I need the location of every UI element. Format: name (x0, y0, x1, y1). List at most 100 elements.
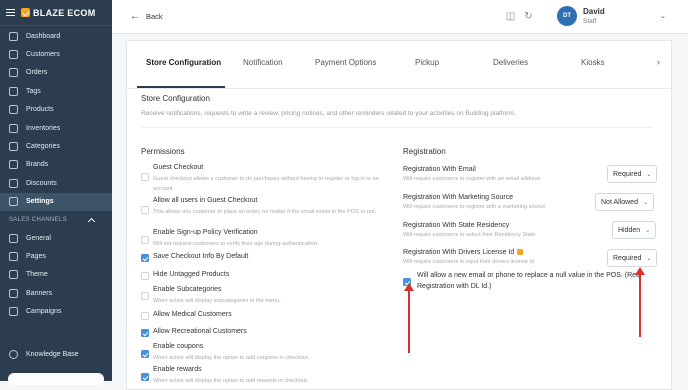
chevron-down-icon: ⌄ (642, 199, 648, 206)
sidebar-item-label: Orders (26, 69, 48, 77)
tab-payment-options[interactable]: Payment Options (315, 58, 376, 67)
sidebar-item-campaigns[interactable]: Campaigns (0, 302, 112, 320)
sidebar: BLAZE ECOM Dashboard Customers Orders Ta… (0, 0, 112, 385)
sidebar-item-tags[interactable]: Tags (0, 82, 112, 100)
brand-bar: BLAZE ECOM (0, 0, 112, 26)
permission-label: Guest Checkout (153, 164, 204, 171)
checkbox[interactable] (141, 373, 149, 381)
avatar[interactable]: DT (557, 6, 577, 26)
sidebar-footer-pill[interactable] (8, 373, 104, 385)
divider (141, 127, 653, 128)
chevron-down-icon: ⌄ (645, 227, 651, 234)
permission-label: Enable Subcategories (153, 286, 222, 293)
checkbox[interactable] (141, 329, 149, 337)
sidebar-item-brands[interactable]: Brands (0, 156, 112, 174)
registration-license-select[interactable]: Required ⌄ (607, 249, 658, 267)
permission-label: Enable coupons (153, 343, 204, 350)
select-value: Not Allowed (601, 198, 638, 206)
registration-marketing-select[interactable]: Not Allowed ⌄ (595, 193, 654, 211)
banner-icon (9, 288, 18, 298)
checkbox[interactable] (141, 350, 149, 358)
gift-icon[interactable]: ◫ (505, 11, 516, 22)
hamburger-menu-icon[interactable] (6, 9, 15, 16)
permission-description: Guest checkout allows a customer to do p… (153, 176, 379, 192)
tab-notification[interactable]: Notification (243, 58, 283, 67)
help-icon (9, 349, 18, 359)
sidebar-item-label: Categories (26, 143, 60, 151)
sidebar-item-pages[interactable]: Pages (0, 247, 112, 265)
permission-label: Enable Sign-up Policy Verification (153, 229, 258, 236)
section-description: Receive notifications, requests to write… (141, 110, 516, 117)
settings-card: Store Configuration Notification Payment… (126, 40, 672, 390)
null-value-label: Will allow a new email or phone to repla… (417, 272, 642, 290)
checkbox[interactable] (141, 312, 149, 320)
sidebar-item-categories[interactable]: Categories (0, 137, 112, 155)
back-button[interactable]: ← Back (130, 11, 163, 22)
settings-tabs: Store Configuration Notification Payment… (127, 41, 671, 89)
sidebar-item-banners[interactable]: Banners (0, 284, 112, 302)
dashboard-icon (9, 31, 18, 41)
sidebar-item-theme[interactable]: Theme (0, 266, 112, 284)
select-value: Required (613, 254, 642, 262)
permission-description: Will not request customers to verify the… (153, 241, 319, 247)
chevron-down-icon[interactable]: ⌄ (660, 12, 666, 20)
permission-label: Allow all users in Guest Checkout (153, 197, 258, 204)
orders-icon (9, 68, 18, 78)
sidebar-item-customers[interactable]: Customers (0, 45, 112, 63)
theme-icon (9, 270, 18, 280)
general-icon (9, 233, 18, 243)
checkbox[interactable] (141, 272, 149, 280)
tab-store-configuration[interactable]: Store Configuration (146, 58, 221, 67)
arrow-left-icon: ← (130, 11, 140, 22)
sidebar-item-orders[interactable]: Orders (0, 64, 112, 82)
lock-icon (517, 249, 524, 256)
checkbox[interactable] (141, 236, 149, 244)
sidebar-item-dashboard[interactable]: Dashboard (0, 27, 112, 45)
registration-state-select[interactable]: Hidden ⌄ (612, 221, 657, 239)
tab-deliveries[interactable]: Deliveries (493, 58, 528, 67)
sidebar-item-label: Banners (26, 289, 53, 297)
select-value: Hidden (618, 226, 641, 234)
active-tab-indicator (137, 86, 225, 88)
checkbox[interactable] (141, 173, 149, 181)
permission-label: Allow Medical Customers (153, 311, 232, 318)
sales-channels-title: SALES CHANNELS (9, 216, 67, 223)
user-role: Staff (583, 18, 597, 25)
discount-icon (9, 178, 18, 188)
sidebar-item-settings[interactable]: Settings (0, 192, 112, 211)
section-title: Store Configuration (141, 94, 210, 103)
top-bar: ← Back ◫ ↻ DT David Staff ⌄ (112, 0, 688, 34)
sales-channels-header[interactable]: SALES CHANNELS (0, 211, 112, 229)
customers-icon (9, 50, 18, 60)
sidebar-item-discounts[interactable]: Discounts (0, 174, 112, 192)
sidebar-item-inventories[interactable]: Inventories (0, 119, 112, 137)
permission-label: Save Checkout Info By Default (153, 253, 249, 260)
gear-icon (9, 197, 18, 207)
chevron-up-icon (87, 217, 96, 225)
sidebar-item-label: Brands (26, 161, 49, 169)
permissions-title: Permissions (141, 147, 185, 156)
chevron-down-icon: ⌄ (646, 255, 652, 262)
brand-logo-icon (21, 8, 30, 17)
registration-email-select[interactable]: Required ⌄ (607, 165, 658, 183)
permission-description: When active will display the option to a… (153, 355, 310, 361)
tab-pickup[interactable]: Pickup (415, 58, 439, 67)
permission-label: Enable rewards (153, 366, 202, 373)
sidebar-item-general[interactable]: General (0, 229, 112, 247)
sidebar-item-label: Pages (26, 252, 46, 260)
refresh-icon[interactable]: ↻ (523, 11, 534, 22)
sidebar-item-products[interactable]: Products (0, 101, 112, 119)
chevron-right-icon[interactable]: › (657, 57, 660, 67)
registration-title: Registration (403, 147, 446, 156)
sidebar-item-label: Customers (26, 51, 60, 59)
tab-kiosks[interactable]: Kiosks (581, 58, 605, 67)
inventory-icon (9, 123, 18, 133)
tag-icon (9, 86, 18, 96)
knowledge-base-link[interactable]: Knowledge Base (0, 345, 79, 363)
checkbox[interactable] (141, 206, 149, 214)
pages-icon (9, 251, 18, 261)
annotation-arrow-up (635, 267, 645, 337)
checkbox[interactable] (141, 254, 149, 262)
checkbox[interactable] (141, 292, 149, 300)
chevron-down-icon: ⌄ (646, 171, 652, 178)
